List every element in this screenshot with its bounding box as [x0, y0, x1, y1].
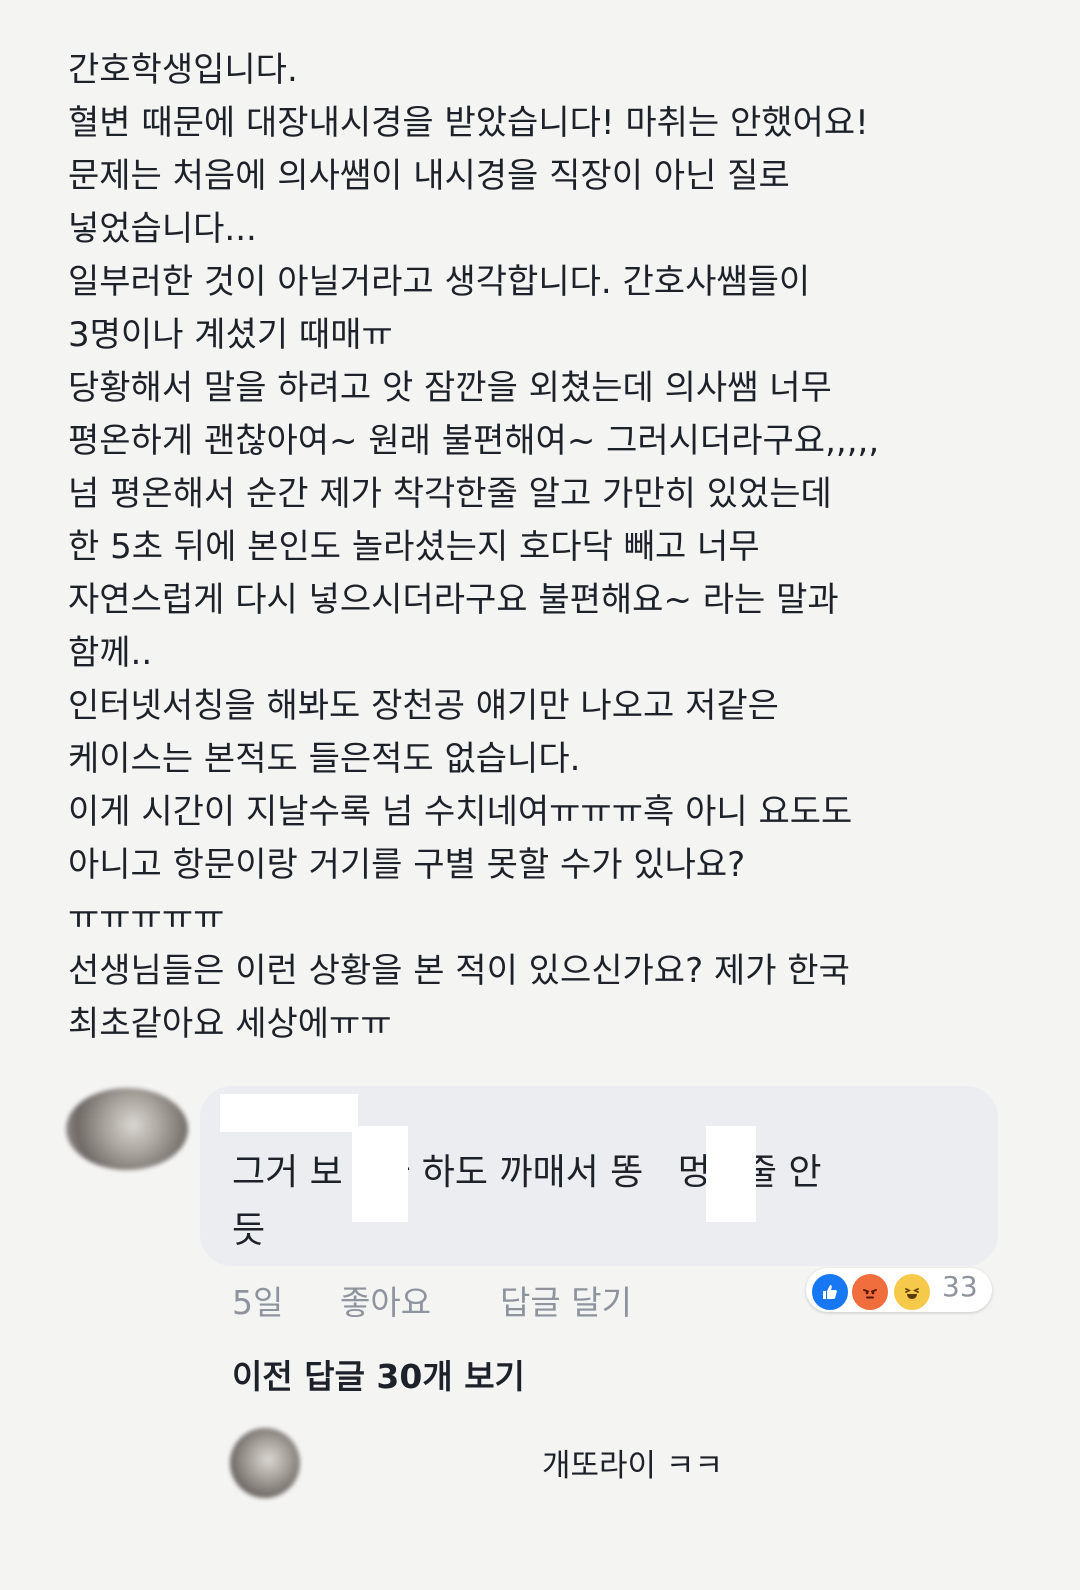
reaction-count: 33 — [942, 1270, 978, 1303]
reactions-summary[interactable]: 33 — [806, 1268, 992, 1312]
like-link[interactable]: 좋아요 — [340, 1276, 500, 1324]
post-line: ㅠㅠㅠㅠㅠ — [68, 898, 225, 938]
redaction-block — [352, 1126, 408, 1222]
redacted-commenter-name — [220, 1094, 358, 1132]
post-line: 일부러한 것이 아닐거라고 생각합니다. 간호사쌤들이 — [68, 262, 811, 302]
angry-icon — [850, 1272, 890, 1312]
reply-avatar[interactable] — [230, 1428, 300, 1498]
post-line: 선생님들은 이런 상황을 본 적이 있으신가요? 제가 한국 — [68, 951, 850, 991]
post-line: 문제는 처음에 의사쌤이 내시경을 직장이 아닌 질로 — [68, 156, 790, 196]
post-body: 간호학생입니다. 혈변 때문에 대장내시경을 받았습니다! 마취는 안했어요! … — [68, 44, 1028, 1051]
post-line: 아니고 항문이랑 거기를 구별 못할 수가 있나요? — [68, 845, 746, 885]
post-line: 당황해서 말을 하려고 앗 잠깐을 외쳤는데 의사쌤 너무 — [68, 368, 832, 408]
post-line: 넣었습니다... — [68, 209, 257, 249]
post-line: 자연스럽게 다시 넣으시더라구요 불편해요~ 라는 말과 — [68, 580, 839, 620]
like-icon — [810, 1272, 850, 1312]
reply-text: 개또라이 ㅋㅋ — [542, 1448, 723, 1484]
view-previous-replies-link[interactable]: 이전 답글 30개 보기 — [232, 1350, 525, 1398]
post-line: 최초같아요 세상에ㅠㅠ — [68, 1004, 392, 1044]
comment-timestamp[interactable]: 5일 — [232, 1276, 340, 1324]
post-line: 넘 평온해서 순간 제가 착각한줄 알고 가만히 있었는데 — [68, 474, 832, 514]
comment-meta: 5일 좋아요 답글 달기 — [232, 1276, 632, 1324]
post-line: 이게 시간이 지날수록 넘 수치네여ㅠㅠㅠ흑 아니 요도도 — [68, 792, 853, 832]
post-line: 간호학생입니다. — [68, 50, 298, 90]
post-line: 혈변 때문에 대장내시경을 받았습니다! 마취는 안했어요! — [68, 103, 869, 143]
post-line: 인터넷서칭을 해봐도 장천공 얘기만 나오고 저같은 — [68, 686, 779, 726]
commenter-avatar[interactable] — [66, 1088, 188, 1170]
reply-link[interactable]: 답글 달기 — [500, 1276, 632, 1324]
post-line: 함께.. — [68, 633, 153, 673]
redaction-block — [706, 1126, 756, 1222]
post-line: 한 5초 뒤에 본인도 놀라셨는지 호다닥 빼고 너무 — [68, 527, 760, 567]
post-line: 케이스는 본적도 들은적도 없습니다. — [68, 739, 581, 779]
post-line: 3명이나 계셨기 때매ㅠ — [68, 315, 393, 355]
post-line: 평온하게 괜찮아여~ 원래 불편해여~ 그러시더라구요,,,,, — [68, 421, 880, 461]
comment-text: 그거 보 가 하도 까매서 똥 멍인줄 안 듯 — [232, 1152, 822, 1251]
haha-icon — [892, 1272, 932, 1312]
comment: 그거 보 가 하도 까매서 똥 멍인줄 안 듯 5일 좋아요 답글 달기 33 — [0, 1080, 1080, 1350]
